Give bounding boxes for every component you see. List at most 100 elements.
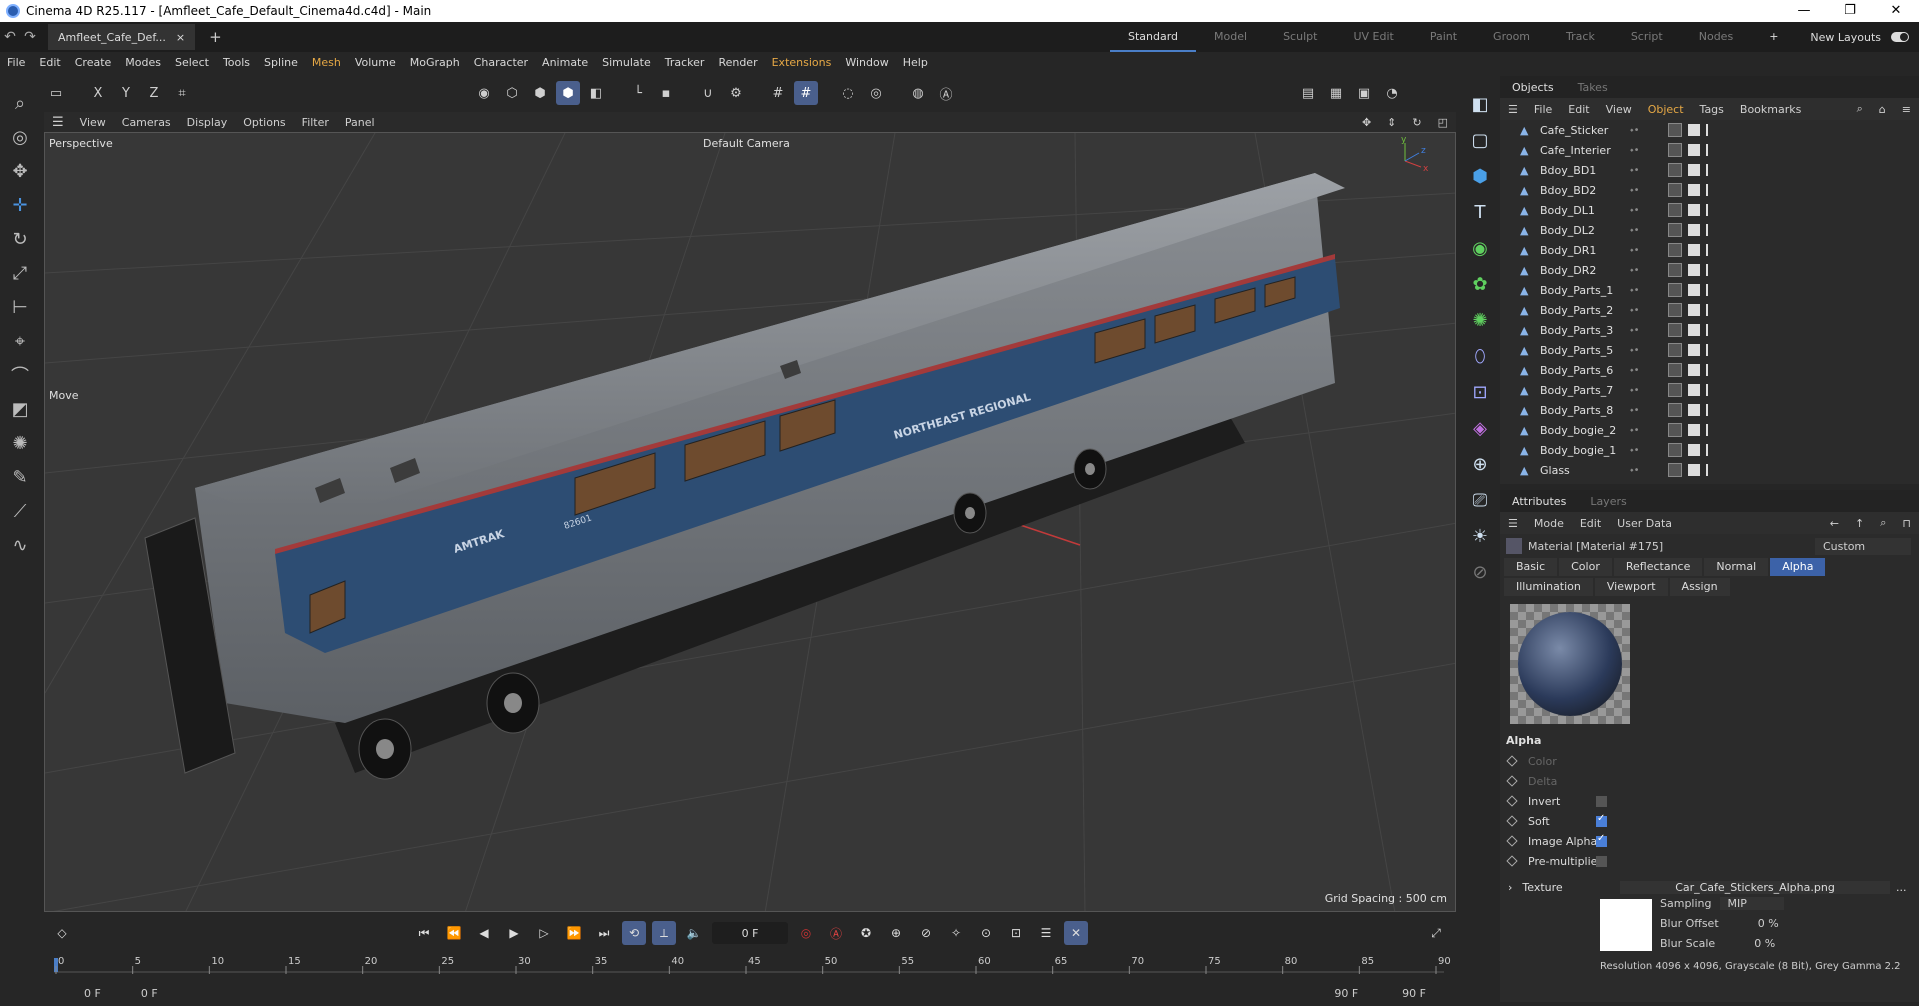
next-key-icon[interactable]: ⏩ <box>562 921 586 945</box>
object-name[interactable]: Body_DL2 <box>1540 224 1660 237</box>
blur-offset-field[interactable]: 0 % <box>1727 917 1779 930</box>
up-arrow-icon[interactable]: ↑ <box>1847 517 1872 530</box>
tab-layers[interactable]: Layers <box>1578 495 1638 508</box>
knife-tool-icon[interactable]: ⌒ <box>0 358 40 392</box>
lock-icon[interactable]: ⊓ <box>1894 517 1919 530</box>
object-name[interactable]: Body_Parts_2 <box>1540 304 1660 317</box>
key-pla-icon[interactable]: ⊡ <box>1004 921 1028 945</box>
objects-menu-file[interactable]: File <box>1526 103 1560 116</box>
new-layouts-label[interactable]: New Layouts <box>1810 31 1881 44</box>
next-frame-icon[interactable]: ▷ <box>532 921 556 945</box>
selection-tag-icon[interactable] <box>1706 244 1716 256</box>
keyframe-settings-icon[interactable]: ✪ <box>854 921 878 945</box>
object-name[interactable]: Bdoy_BD2 <box>1540 184 1660 197</box>
uvw-tag-icon[interactable] <box>1688 464 1700 476</box>
object-name[interactable]: Body_Parts_7 <box>1540 384 1660 397</box>
premultiplied-keyframe-icon[interactable] <box>1506 855 1518 867</box>
visibility-toggle-icon[interactable]: ⬩• <box>1630 385 1640 396</box>
layout-standard[interactable]: Standard <box>1110 22 1197 52</box>
sculpt-tool-icon[interactable]: ✺ <box>0 426 40 460</box>
cube-icon[interactable]: ⬢ <box>1462 158 1498 194</box>
object-row[interactable]: ▲ Body_DR1 ⬩• <box>1500 240 1919 260</box>
new-document-icon[interactable]: + <box>209 28 222 46</box>
text-object-icon[interactable]: T <box>1462 194 1498 230</box>
selection-tag-icon[interactable] <box>1706 224 1716 236</box>
minimize-button[interactable]: — <box>1781 0 1827 22</box>
extrude-tool-icon[interactable]: ◩ <box>0 392 40 426</box>
render-settings-icon[interactable]: ▣ <box>1352 81 1376 105</box>
light-icon[interactable]: ☀ <box>1462 518 1498 554</box>
layout-script[interactable]: Script <box>1613 22 1681 52</box>
snap-settings-icon[interactable]: ⚙ <box>724 81 748 105</box>
attributes-menu-edit[interactable]: Edit <box>1572 517 1609 530</box>
z-axis-lock-icon[interactable]: Z <box>142 81 166 105</box>
attributes-menu-user-data[interactable]: User Data <box>1609 517 1680 530</box>
uvw-tag-icon[interactable] <box>1688 144 1700 156</box>
selection-tag-icon[interactable] <box>1706 304 1716 316</box>
texture-file-field[interactable]: Car_Cafe_Stickers_Alpha.png <box>1620 880 1890 894</box>
object-row[interactable]: ▲ Body_bogie_2 ⬩• <box>1500 420 1919 440</box>
timeline-expand-icon[interactable]: ⤢ <box>1424 921 1448 945</box>
selection-tag-icon[interactable] <box>1706 264 1716 276</box>
objects-search-icon[interactable]: ⌕ <box>1849 102 1871 116</box>
uvw-tag-icon[interactable] <box>1688 284 1700 296</box>
delta-keyframe-icon[interactable] <box>1506 775 1518 787</box>
object-name[interactable]: Body_bogie_1 <box>1540 444 1660 457</box>
material-tag-icon[interactable] <box>1668 283 1682 297</box>
visibility-toggle-icon[interactable]: ⬩• <box>1630 305 1640 316</box>
render-picture-viewer-icon[interactable]: ▦ <box>1324 81 1348 105</box>
selection-tag-icon[interactable] <box>1706 204 1716 216</box>
selection-tag-icon[interactable] <box>1706 144 1716 156</box>
visibility-toggle-icon[interactable]: ⬩• <box>1630 125 1640 136</box>
back-arrow-icon[interactable]: ← <box>1822 517 1847 530</box>
attributes-hamburger-icon[interactable]: ☰ <box>1500 517 1526 530</box>
menu-tracker[interactable]: Tracker <box>658 56 712 69</box>
play-icon[interactable]: ▶ <box>502 921 526 945</box>
premultiplied-checkbox[interactable] <box>1596 855 1607 867</box>
prev-frame-icon[interactable]: ◀ <box>472 921 496 945</box>
objects-filter-icon[interactable]: ≡ <box>1894 103 1919 116</box>
sampling-dropdown[interactable]: MIP <box>1719 897 1784 910</box>
invert-checkbox[interactable] <box>1596 795 1607 807</box>
redo-icon[interactable]: ↷ <box>20 29 40 45</box>
uvw-tag-icon[interactable] <box>1688 404 1700 416</box>
solo-icon[interactable]: ▪ <box>654 81 678 105</box>
layout-nodes[interactable]: Nodes <box>1681 22 1751 52</box>
field-icon[interactable]: ◈ <box>1462 410 1498 446</box>
visibility-toggle-icon[interactable]: ⬩• <box>1630 345 1640 356</box>
axis-tool-icon[interactable]: ⊢ <box>0 290 40 324</box>
viewport-menu-view[interactable]: View <box>72 116 114 129</box>
material-tag-icon[interactable] <box>1668 243 1682 257</box>
uvw-tag-icon[interactable] <box>1688 244 1700 256</box>
tab-basic[interactable]: Basic <box>1504 558 1558 576</box>
spline-pen-icon[interactable]: ∿ <box>0 528 40 562</box>
spline-pen-object-icon[interactable]: ⬯ <box>1462 338 1498 374</box>
visibility-toggle-icon[interactable]: ⬩• <box>1630 405 1640 416</box>
coordinate-system-icon[interactable]: ▭ <box>44 81 68 105</box>
object-name[interactable]: Bdoy_BD1 <box>1540 164 1660 177</box>
object-mode-icon[interactable]: ⬢ <box>556 81 580 105</box>
soft-checkbox[interactable] <box>1596 813 1607 827</box>
range-end2-field[interactable]: 90 F <box>1402 987 1426 1000</box>
symmetry-icon[interactable]: ◎ <box>864 81 888 105</box>
visibility-toggle-icon[interactable]: ⬩• <box>1630 265 1640 276</box>
view-layout-icon[interactable]: ◧ <box>1462 86 1498 122</box>
record-icon[interactable]: ◎ <box>794 921 818 945</box>
subdivision-icon[interactable]: ◉ <box>1462 230 1498 266</box>
menu-modes[interactable]: Modes <box>118 56 168 69</box>
menu-volume[interactable]: Volume <box>348 56 403 69</box>
object-name[interactable]: Body_DR2 <box>1540 264 1660 277</box>
prev-key-icon[interactable]: ⏪ <box>442 921 466 945</box>
layout-groom[interactable]: Groom <box>1475 22 1548 52</box>
texture-expand-icon[interactable]: › <box>1508 881 1512 894</box>
viewport-menu-options[interactable]: Options <box>235 116 293 129</box>
undo-icon[interactable]: ↶ <box>0 29 20 45</box>
3d-viewport[interactable]: AMTRAK NORTHEAST REGIONAL 82601 y x z Pe… <box>44 132 1456 912</box>
selection-tag-icon[interactable] <box>1706 284 1716 296</box>
objects-menu-object[interactable]: Object <box>1640 103 1692 116</box>
texture-mode-icon[interactable]: ◧ <box>584 81 608 105</box>
visibility-toggle-icon[interactable]: ⬩• <box>1630 425 1640 436</box>
menu-render[interactable]: Render <box>711 56 764 69</box>
uvw-tag-icon[interactable] <box>1688 264 1700 276</box>
material-tag-icon[interactable] <box>1668 303 1682 317</box>
